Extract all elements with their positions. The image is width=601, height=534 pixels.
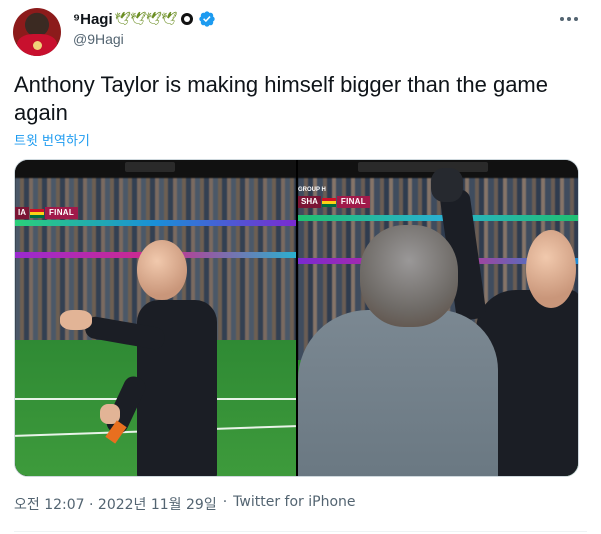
author-name-row[interactable]: ⁹Hagi 🕊🕊🕊🕊	[73, 9, 216, 29]
more-options-icon[interactable]	[556, 9, 582, 29]
display-name[interactable]: ⁹Hagi	[73, 11, 113, 28]
tweet-source[interactable]: Twitter for iPhone	[233, 494, 355, 514]
dove-emoji-icons: 🕊🕊🕊🕊	[114, 11, 178, 26]
meta-separator: ·	[222, 494, 228, 510]
scorebug-status: FINAL	[45, 207, 79, 219]
tweet-card: ⁹Hagi 🕊🕊🕊🕊 @9Hagi Anthony Taylor is maki…	[0, 0, 601, 534]
media-grid: IA FINAL GROUP H SHA FINAL	[14, 159, 579, 477]
timestamp[interactable]: 오전 12:07 · 2022년 11월 29일	[14, 494, 217, 514]
author-handle[interactable]: @9Hagi	[73, 31, 124, 47]
affiliate-badge-icon	[180, 13, 193, 25]
scorebug-team: SHA	[298, 196, 321, 208]
scorebug-team: IA	[15, 207, 29, 219]
divider	[14, 531, 587, 532]
media-image-1[interactable]: IA FINAL	[15, 160, 296, 476]
translate-tweet-link[interactable]: 트윗 번역하기	[14, 130, 90, 149]
scorebug: GROUP H SHA FINAL	[298, 187, 370, 208]
tweet-meta: 오전 12:07 · 2022년 11월 29일 · Twitter for i…	[14, 494, 356, 514]
scorebug: IA FINAL	[15, 207, 79, 219]
media-image-2[interactable]: GROUP H SHA FINAL	[298, 160, 578, 476]
scorebug-status: FINAL	[336, 196, 370, 208]
verified-badge-icon	[198, 11, 215, 27]
avatar[interactable]	[13, 8, 61, 56]
tweet-text: Anthony Taylor is making himself bigger …	[14, 72, 548, 125]
